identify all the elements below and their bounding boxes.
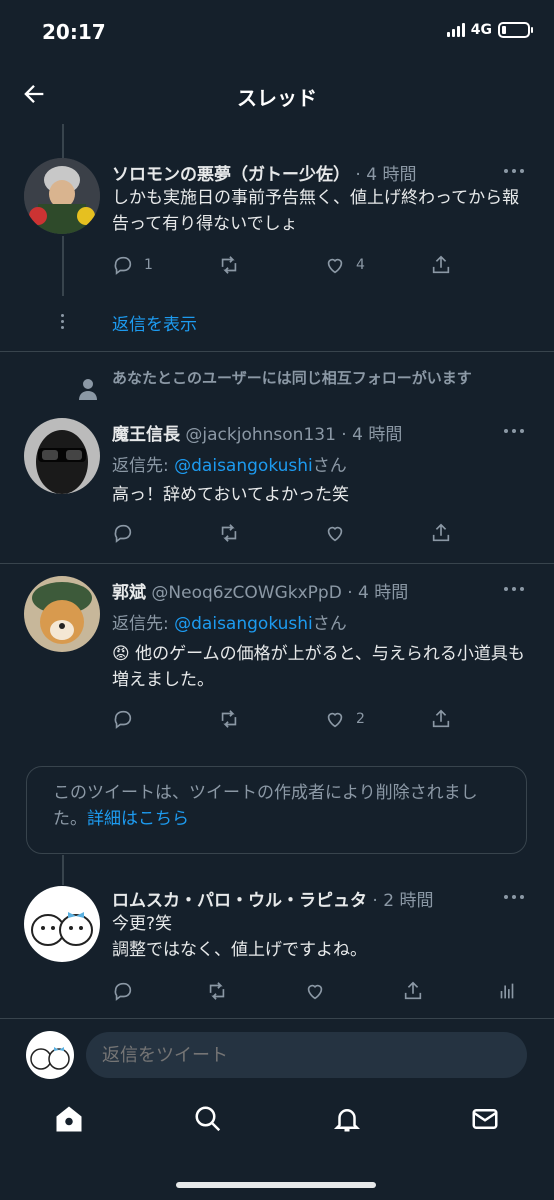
- display-name[interactable]: ソロモンの悪夢（ガトー少佐）: [112, 165, 350, 185]
- display-name[interactable]: 魔王信長: [112, 425, 180, 445]
- analytics-button[interactable]: [496, 980, 518, 1002]
- divider: [0, 351, 554, 352]
- more-icon[interactable]: [502, 427, 526, 435]
- status-indicators: 4G: [446, 22, 533, 38]
- status-time: 20:17: [42, 20, 106, 44]
- timestamp[interactable]: 4 時間: [366, 165, 416, 185]
- more-replies-dots: [61, 314, 64, 329]
- reply-button[interactable]: 1: [112, 254, 153, 276]
- heart-icon: [327, 712, 343, 728]
- notifications-icon[interactable]: [332, 1104, 362, 1134]
- tweet-header: 魔王信長 @jackjohnson131 · 4 時間: [112, 425, 403, 445]
- reply-icon: [114, 982, 132, 1001]
- tweet-header: ロムスカ・パロ・ウル・ラピュタ · 2 時間: [112, 891, 434, 911]
- share-button[interactable]: [430, 708, 452, 730]
- like-button[interactable]: 2: [324, 708, 365, 730]
- messages-icon[interactable]: [470, 1104, 500, 1134]
- reply-icon: [114, 256, 132, 275]
- status-bar: 20:17 4G: [0, 0, 554, 66]
- reply-composer: [0, 1018, 554, 1090]
- deleted-tweet-notice: このツイートは、ツイートの作成者により削除されました。詳細はこちら: [26, 766, 527, 854]
- heart-icon: [307, 984, 323, 1000]
- like-count: 2: [356, 711, 365, 727]
- reply-icon: [114, 710, 132, 729]
- more-icon[interactable]: [502, 167, 526, 175]
- signal-icon: [446, 23, 465, 37]
- display-name[interactable]: ロムスカ・パロ・ウル・ラピュタ: [112, 891, 367, 911]
- replying-to: 返信先: @daisangokushiさん: [112, 456, 347, 476]
- tweet-actions: [112, 980, 532, 1004]
- learn-more-link[interactable]: 詳細はこちら: [87, 809, 189, 829]
- share-icon: [432, 523, 450, 542]
- tweet-header: 郭斌 @Neoq6zCOWGkxPpD · 4 時間: [112, 583, 409, 603]
- person-icon: [79, 379, 97, 400]
- tweet-text: 今更?笑 調整ではなく、値上げですよね。: [112, 914, 367, 960]
- tweet-text: しかも実施日の事前予告無く、値上げ終わってから報告って有り得ないでしょ: [112, 188, 520, 234]
- reply-input[interactable]: [86, 1032, 527, 1078]
- retweet-button[interactable]: [218, 708, 250, 730]
- avatar[interactable]: [24, 576, 100, 652]
- heart-icon: [327, 258, 343, 274]
- reply-icon: [114, 524, 132, 543]
- share-icon: [432, 255, 450, 274]
- reply-button[interactable]: [112, 980, 144, 1002]
- home-indicator: [176, 1182, 376, 1188]
- like-button[interactable]: [304, 980, 336, 1002]
- top-bar: スレッド: [0, 66, 554, 122]
- retweet-button[interactable]: [218, 254, 250, 276]
- home-icon[interactable]: [54, 1104, 84, 1134]
- tweet-actions: 2: [112, 708, 462, 732]
- social-context: あなたとこのユーザーには同じ相互フォローがいます: [112, 369, 472, 387]
- battery-icon: [498, 22, 533, 38]
- mention-link[interactable]: @daisangokushi: [174, 614, 313, 634]
- share-button[interactable]: [402, 980, 424, 1002]
- retweet-icon: [221, 256, 237, 274]
- user-handle[interactable]: @Neoq6zCOWGkxPpD: [151, 583, 341, 603]
- like-button[interactable]: 4: [324, 254, 365, 276]
- replying-to: 返信先: @daisangokushiさん: [112, 614, 347, 634]
- timestamp[interactable]: 4 時間: [358, 583, 408, 603]
- share-button[interactable]: [430, 522, 452, 544]
- tweet-text: 😡 他のゲームの価格が上がると、与えられる小道具も増えました。: [112, 644, 525, 690]
- share-icon: [432, 709, 450, 728]
- tweet-actions: [112, 522, 462, 546]
- thread-connector: [62, 124, 64, 158]
- search-icon[interactable]: [193, 1104, 223, 1134]
- tweet-header: ソロモンの悪夢（ガトー少佐） · 4 時間: [112, 165, 417, 185]
- timestamp[interactable]: 2 時間: [383, 891, 433, 911]
- retweet-icon: [209, 982, 225, 1000]
- show-replies-link[interactable]: 返信を表示: [112, 310, 197, 335]
- thread-connector: [62, 236, 64, 296]
- more-icon[interactable]: [502, 893, 526, 901]
- reply-button[interactable]: [112, 708, 144, 730]
- retweet-icon: [221, 524, 237, 542]
- reply-button[interactable]: [112, 522, 144, 544]
- user-handle[interactable]: @jackjohnson131: [185, 425, 336, 445]
- heart-icon: [327, 526, 343, 542]
- divider: [0, 563, 554, 564]
- retweet-button[interactable]: [218, 522, 250, 544]
- avatar[interactable]: [24, 886, 100, 962]
- like-count: 4: [356, 257, 365, 273]
- tweet-text: 高っ！辞めておいてよかった笑: [112, 485, 349, 505]
- avatar[interactable]: [24, 158, 100, 234]
- network-label: 4G: [470, 22, 492, 38]
- mention-link[interactable]: @daisangokushi: [174, 456, 313, 476]
- retweet-button[interactable]: [206, 980, 238, 1002]
- display-name[interactable]: 郭斌: [112, 583, 146, 603]
- more-icon[interactable]: [502, 585, 526, 593]
- thread-connector: [62, 855, 64, 885]
- reply-count: 1: [144, 257, 153, 273]
- retweet-icon: [221, 710, 237, 728]
- page-title: スレッド: [237, 86, 317, 110]
- avatar[interactable]: [24, 418, 100, 494]
- share-icon: [404, 981, 422, 1000]
- share-button[interactable]: [430, 254, 452, 276]
- like-button[interactable]: [324, 522, 356, 544]
- my-avatar[interactable]: [26, 1031, 74, 1079]
- analytics-icon: [500, 983, 514, 999]
- tweet-actions: 1 4: [112, 254, 462, 278]
- timestamp[interactable]: 4 時間: [352, 425, 402, 445]
